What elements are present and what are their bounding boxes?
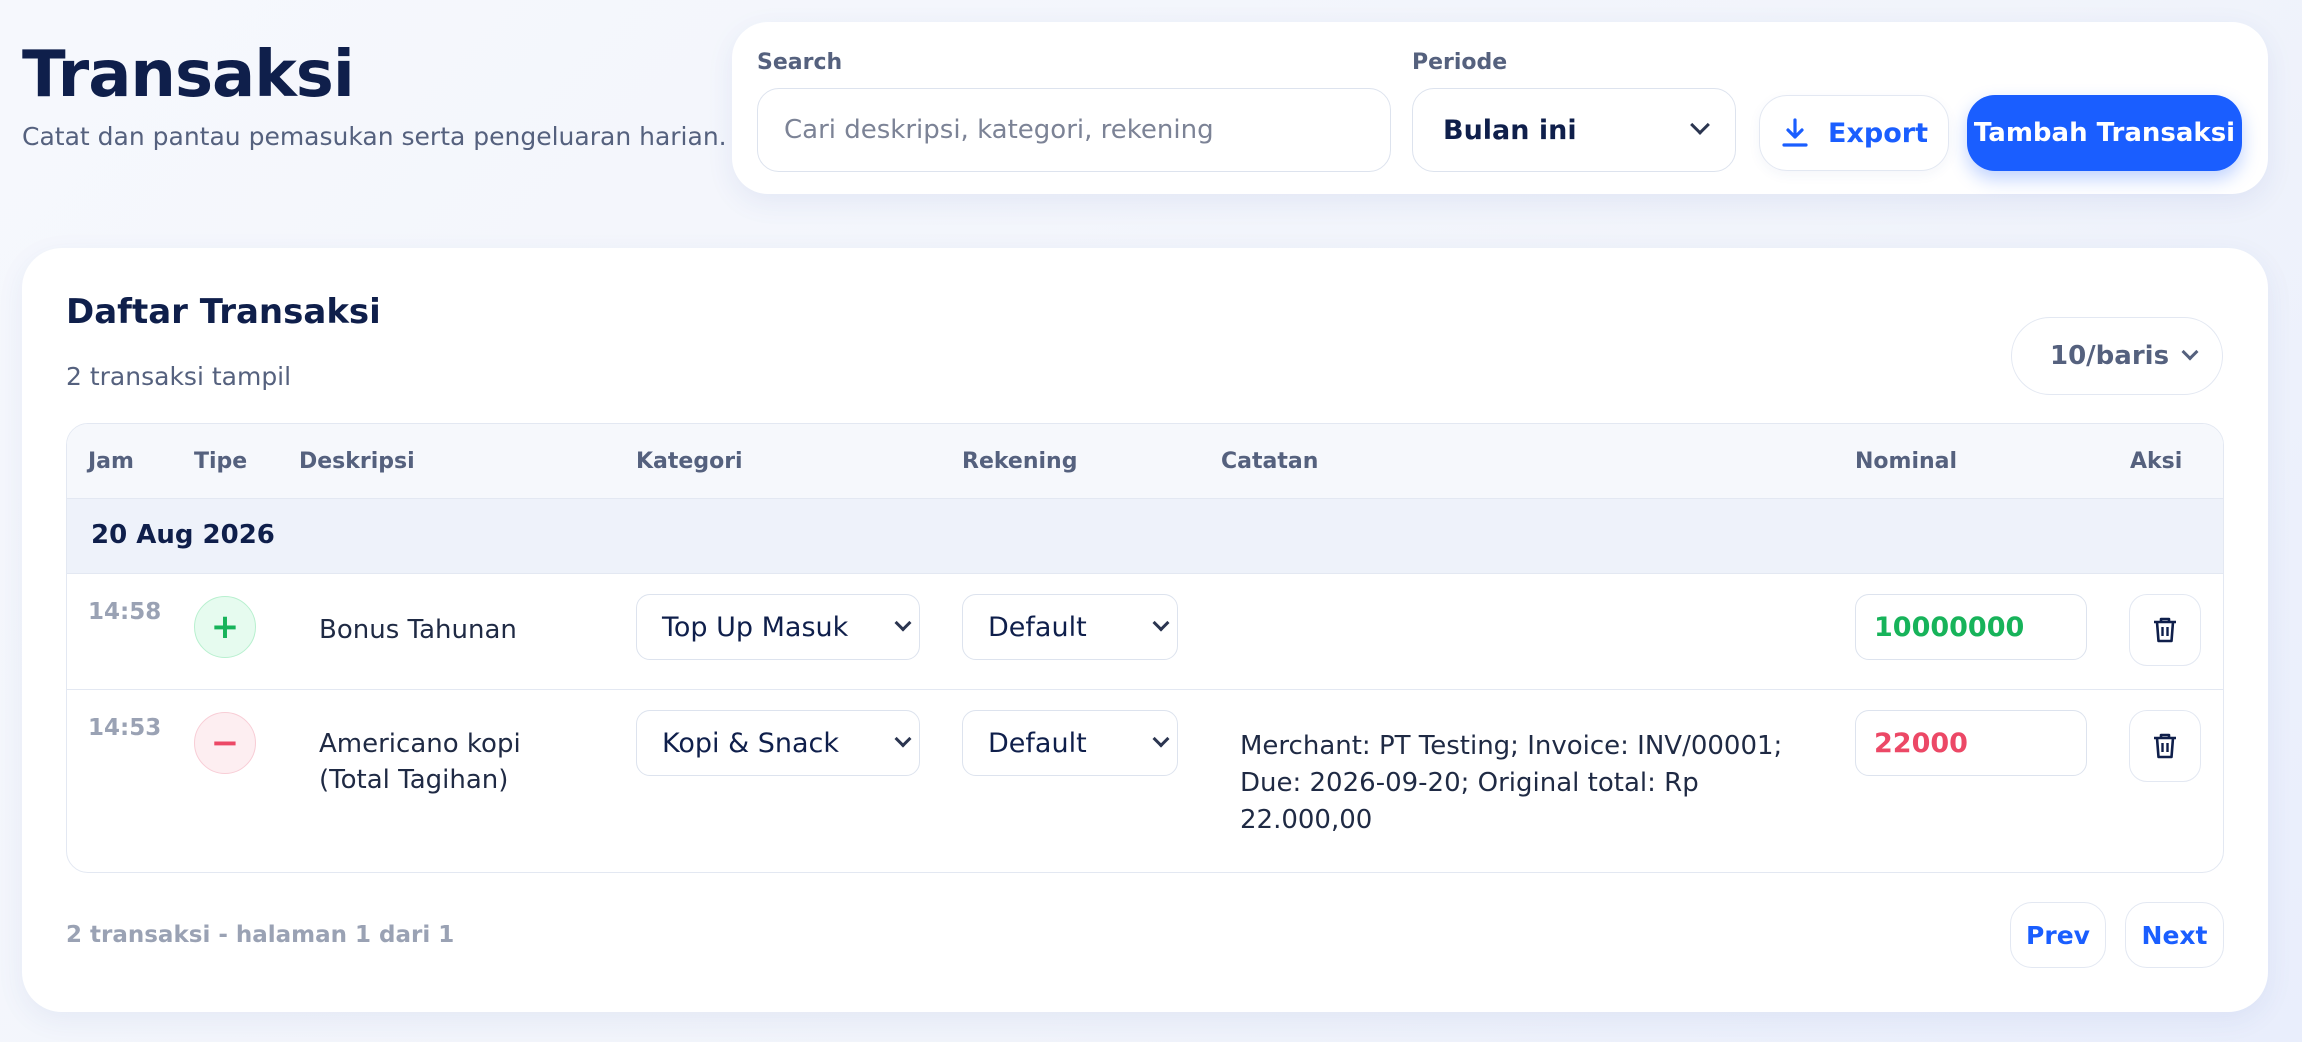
prev-page-button[interactable]: Prev (2010, 902, 2106, 968)
download-icon (1782, 118, 1808, 147)
row-time: 14:58 (88, 599, 162, 625)
row-note: Merchant: PT Testing; Invoice: INV/00001… (1240, 731, 1783, 835)
table-row: 14:53 − Americano kopi (Total Tagihan) K… (67, 690, 2223, 872)
column-header-amount: Nominal (1855, 449, 1958, 474)
column-header-actions: Aksi (2130, 449, 2183, 474)
row-time: 14:53 (88, 715, 162, 741)
chevron-down-icon (1690, 115, 1710, 135)
row-description: Americano kopi (Total Tagihan) (319, 729, 521, 795)
search-label: Search (757, 50, 843, 75)
add-transaction-button[interactable]: Tambah Transaksi (1967, 95, 2242, 171)
table-header: Jam Tipe Deskripsi Kategori Rekening Cat… (67, 424, 2223, 499)
amount-input[interactable]: 10000000 (1855, 594, 2087, 660)
export-button[interactable]: Export (1759, 95, 1949, 171)
category-select-value: Top Up Masuk (662, 611, 849, 643)
page-title: Transaksi (22, 38, 355, 112)
card-title: Daftar Transaksi (66, 292, 381, 332)
expense-type-badge: − (194, 712, 256, 774)
chevron-down-icon (894, 614, 912, 632)
column-header-type: Tipe (194, 449, 248, 474)
amount-input[interactable]: 22000 (1855, 710, 2087, 776)
income-type-badge: + (194, 596, 256, 658)
transaction-table: Jam Tipe Deskripsi Kategori Rekening Cat… (66, 423, 2224, 873)
period-label: Periode (1412, 50, 1508, 75)
delete-button[interactable] (2129, 594, 2201, 666)
date-group-label: 20 Aug 2026 (91, 520, 275, 550)
chevron-down-icon (894, 730, 912, 748)
account-select-value: Default (988, 611, 1087, 643)
transaction-count: 2 transaksi tampil (66, 362, 292, 391)
column-header-category: Kategori (636, 449, 743, 474)
row-description: Bonus Tahunan (319, 615, 517, 645)
category-select-value: Kopi & Snack (662, 727, 840, 759)
rows-per-page-select[interactable]: 10/baris (2011, 317, 2223, 395)
category-select[interactable]: Top Up Masuk (636, 594, 920, 660)
account-select[interactable]: Default (962, 710, 1178, 776)
column-header-note: Catatan (1221, 449, 1319, 474)
category-select[interactable]: Kopi & Snack (636, 710, 920, 776)
rows-per-page-value: 10/baris (2050, 341, 2170, 371)
period-select-value: Bulan ini (1443, 114, 1577, 146)
next-page-button[interactable]: Next (2125, 902, 2224, 968)
column-header-time: Jam (88, 449, 134, 474)
date-group-row: 20 Aug 2026 (67, 499, 2223, 574)
filter-toolbar: Search Periode Bulan ini Export Tambah T… (732, 22, 2268, 194)
account-select-value: Default (988, 727, 1087, 759)
export-button-label: Export (1828, 117, 1928, 149)
column-header-account: Rekening (962, 449, 1078, 474)
search-input[interactable] (757, 88, 1391, 172)
table-row: 14:58 + Bonus Tahunan Top Up Masuk Defau… (67, 574, 2223, 690)
pagination-summary: 2 transaksi - halaman 1 dari 1 (66, 922, 455, 948)
transaction-list-card: Daftar Transaksi 2 transaksi tampil 10/b… (22, 248, 2268, 1012)
account-select[interactable]: Default (962, 594, 1178, 660)
chevron-down-icon (1152, 730, 1170, 748)
chevron-down-icon (2181, 343, 2199, 361)
chevron-down-icon (1152, 614, 1170, 632)
page-header: Transaksi Catat dan pantau pemasukan ser… (22, 38, 727, 151)
period-select[interactable]: Bulan ini (1412, 88, 1736, 172)
column-header-description: Deskripsi (299, 449, 415, 474)
delete-button[interactable] (2129, 710, 2201, 782)
trash-icon (2154, 733, 2176, 759)
page-subtitle: Catat dan pantau pemasukan serta pengelu… (22, 122, 727, 151)
trash-icon (2154, 617, 2176, 643)
